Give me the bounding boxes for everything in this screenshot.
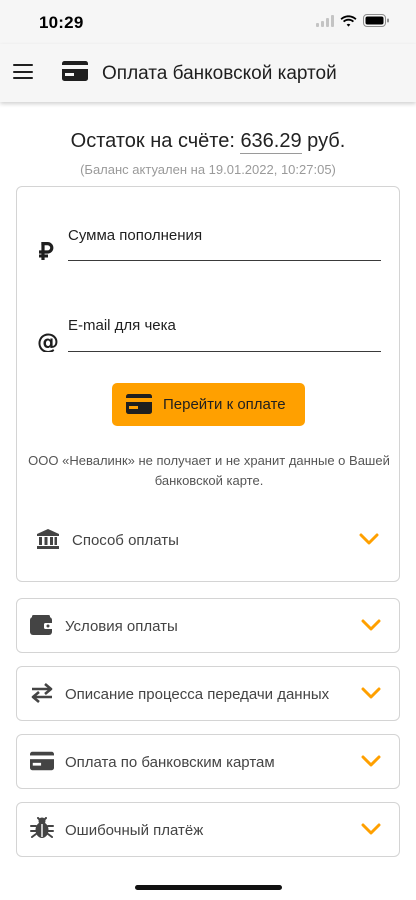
balance-value: 636.29 <box>240 130 302 154</box>
accordion-label: Ошибочный платёж <box>65 822 204 839</box>
balance-note: (Баланс актуален на 19.01.2022, 10:27:05… <box>80 162 336 177</box>
chevron-down-icon <box>361 687 381 699</box>
accordion-erroneous-payment[interactable]: Ошибочный платёж <box>16 802 400 857</box>
balance-label: Остаток на счёте: <box>70 130 235 152</box>
status-bar: 10:29 <box>0 0 416 44</box>
accordion-bank-cards[interactable]: Оплата по банковским картам <box>16 734 400 789</box>
swap-arrows-icon <box>31 683 53 703</box>
wifi-icon <box>340 14 357 27</box>
payment-form-card: Сумма пополнения @ E-mail для чека Перей… <box>16 186 400 582</box>
balance-line: Остаток на счёте: 636.29 руб. <box>0 130 416 154</box>
svg-text:@: @ <box>37 330 59 352</box>
chevron-down-icon <box>361 823 381 835</box>
balance-currency: руб. <box>307 130 346 152</box>
email-field[interactable] <box>68 351 381 352</box>
credit-card-icon <box>62 61 88 81</box>
status-time: 10:29 <box>39 13 84 32</box>
home-indicator[interactable] <box>135 885 282 890</box>
signal-icon <box>316 14 334 27</box>
accordion-label: Описание процесса передачи данных <box>65 686 330 703</box>
go-to-payment-label: Перейти к оплате <box>163 396 286 413</box>
payment-method-label: Способ оплаты <box>72 532 179 549</box>
app-bar: Оплата банковской картой <box>0 44 416 102</box>
credit-card-icon <box>126 394 152 414</box>
at-sign-icon: @ <box>37 330 59 352</box>
accordion-data-transfer[interactable]: Описание процесса передачи данных <box>16 666 400 721</box>
payment-method-toggle[interactable]: Способ оплаты <box>17 517 399 563</box>
battery-icon <box>363 14 389 27</box>
amount-field[interactable] <box>68 260 381 261</box>
bug-icon <box>30 817 54 838</box>
accordion-label: Условия оплаты <box>65 618 178 635</box>
amount-field-label: Сумма пополнения <box>68 227 203 244</box>
go-to-payment-button[interactable]: Перейти к оплате <box>112 383 305 426</box>
email-field-label: E-mail для чека <box>68 317 176 334</box>
credit-card-icon <box>30 751 54 771</box>
chevron-down-icon <box>361 755 381 767</box>
disclaimer-text: ООО «Невалинк» не получает и не хранит д… <box>28 453 390 488</box>
ruble-icon <box>39 242 54 260</box>
accordion-payment-terms[interactable]: Условия оплаты <box>16 598 400 653</box>
bank-icon <box>37 529 59 549</box>
chevron-down-icon <box>359 533 379 545</box>
wallet-icon <box>30 615 54 635</box>
accordion-label: Оплата по банковским картам <box>65 754 275 771</box>
page-title: Оплата банковской картой <box>102 63 337 84</box>
menu-icon[interactable] <box>13 64 33 80</box>
chevron-down-icon <box>361 619 381 631</box>
status-icons <box>316 14 390 27</box>
